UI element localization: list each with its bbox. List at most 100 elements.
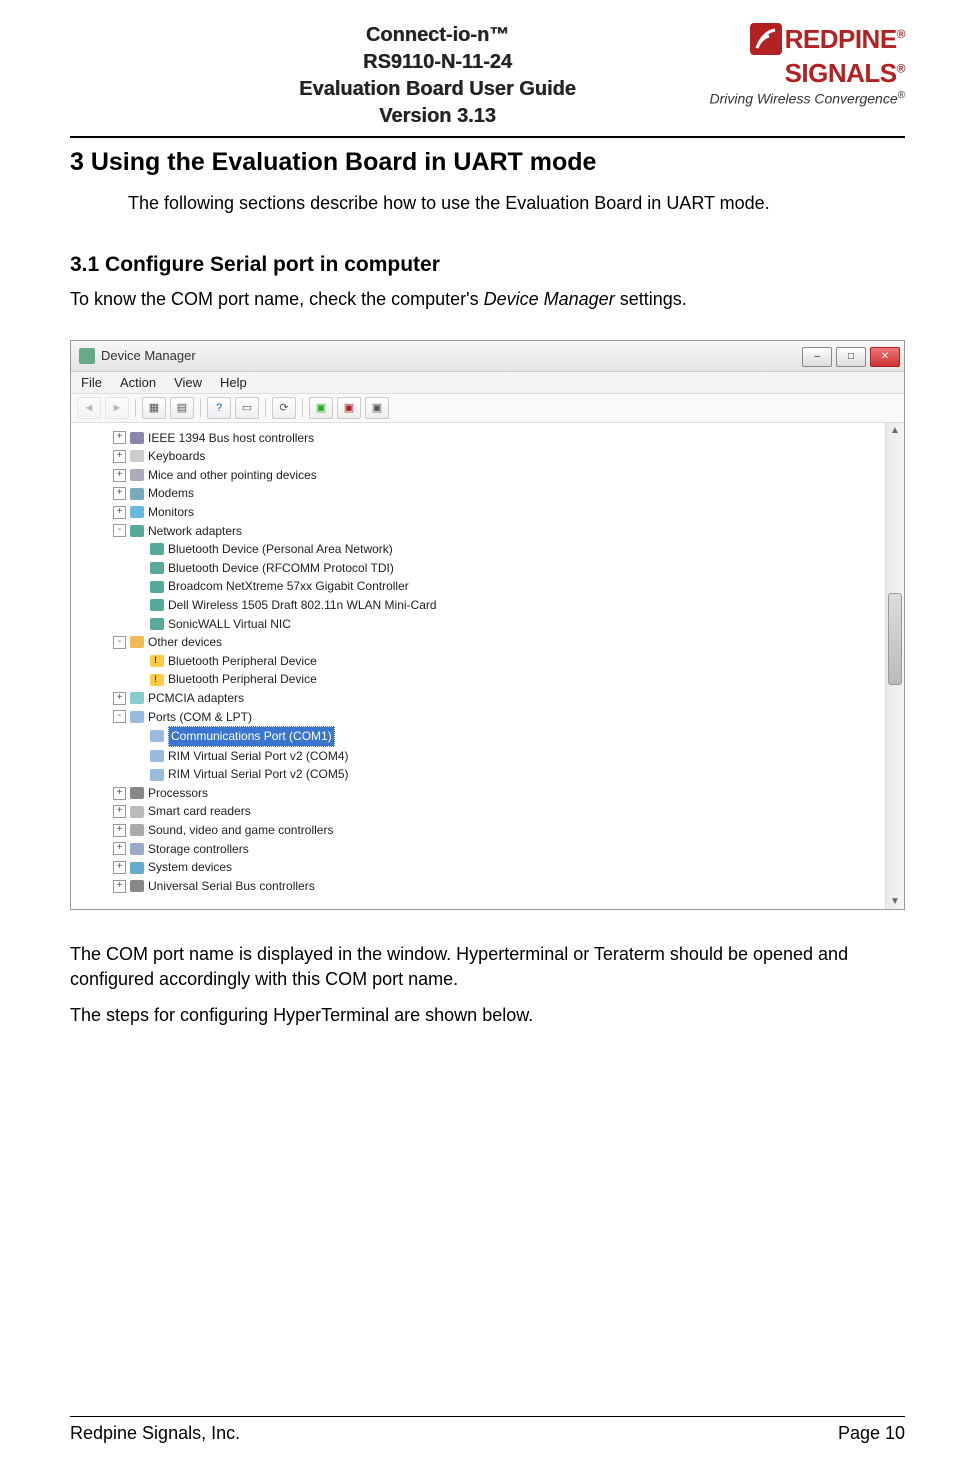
tree-node[interactable]: + Mice and other pointing devices [75,466,881,485]
tree-node-label[interactable]: Ports (COM & LPT) [148,708,252,727]
expand-icon[interactable]: + [113,842,126,855]
menu-help[interactable]: Help [220,375,247,390]
tree-node-label[interactable]: Communications Port (COM1) [168,726,335,747]
document-header: Connect-io-n™ RS9110-N-11-24 Evaluation … [70,0,905,130]
close-button[interactable] [870,347,900,367]
doc-title-line-3: Evaluation Board User Guide [190,76,685,103]
tree-node[interactable]: - Ports (COM & LPT) [75,708,881,727]
collapse-icon[interactable]: - [113,524,126,537]
device-icon [150,655,164,667]
vertical-scrollbar[interactable]: ▲ ▼ [885,423,904,910]
tree-node-label[interactable]: Sound, video and game controllers [148,821,333,840]
tree-node-label[interactable]: Dell Wireless 1505 Draft 802.11n WLAN Mi… [168,596,437,615]
toolbar-button-6[interactable]: ▣ [337,397,361,419]
tree-node[interactable]: RIM Virtual Serial Port v2 (COM5) [75,765,881,784]
tree-node[interactable]: + Sound, video and game controllers [75,821,881,840]
tree-node-label[interactable]: RIM Virtual Serial Port v2 (COM5) [168,765,349,784]
tree-node[interactable]: Bluetooth Device (Personal Area Network) [75,540,881,559]
tree-node[interactable]: + Smart card readers [75,802,881,821]
tree-node[interactable]: Broadcom NetXtreme 57xx Gigabit Controll… [75,577,881,596]
tree-node-label[interactable]: Universal Serial Bus controllers [148,877,315,896]
tree-node-label[interactable]: SonicWALL Virtual NIC [168,615,291,634]
paragraph-com-display: The COM port name is displayed in the wi… [70,942,905,991]
tree-node[interactable]: SonicWALL Virtual NIC [75,615,881,634]
scroll-down-arrow[interactable]: ▼ [886,896,904,907]
tree-node-label[interactable]: Network adapters [148,522,242,541]
tree-node[interactable]: Bluetooth Device (RFCOMM Protocol TDI) [75,559,881,578]
menu-file[interactable]: File [81,375,102,390]
tree-node-label[interactable]: Smart card readers [148,802,251,821]
expand-icon[interactable]: + [113,787,126,800]
tree-node[interactable]: + Universal Serial Bus controllers [75,877,881,896]
tree-node[interactable]: RIM Virtual Serial Port v2 (COM4) [75,747,881,766]
maximize-button[interactable] [836,347,866,367]
minimize-button[interactable] [802,347,832,367]
intro-paragraph: The following sections describe how to u… [128,191,905,215]
logo-text-top: REDPINE [785,24,897,54]
nav-forward-button[interactable]: ► [105,397,129,419]
window-titlebar[interactable]: Device Manager [71,341,904,372]
tree-node[interactable]: + Processors [75,784,881,803]
tree-node[interactable]: + Modems [75,484,881,503]
nav-back-button[interactable]: ◄ [77,397,101,419]
logo-text-bottom: SIGNALS [785,58,897,88]
tree-node-label[interactable]: Broadcom NetXtreme 57xx Gigabit Controll… [168,577,409,596]
tree-node-label[interactable]: Mice and other pointing devices [148,466,317,485]
toolbar-button-2[interactable]: ▤ [170,397,194,419]
tree-node-label[interactable]: IEEE 1394 Bus host controllers [148,429,314,448]
tree-node-label[interactable]: RIM Virtual Serial Port v2 (COM4) [168,747,349,766]
tree-connector [135,600,146,611]
tree-node[interactable]: Dell Wireless 1505 Draft 802.11n WLAN Mi… [75,596,881,615]
tree-node-label[interactable]: Other devices [148,633,222,652]
tree-node-label[interactable]: Bluetooth Device (RFCOMM Protocol TDI) [168,559,394,578]
toolbar-button-4[interactable]: ⟳ [272,397,296,419]
tree-node[interactable]: - Other devices [75,633,881,652]
tree-node-label[interactable]: Bluetooth Peripheral Device [168,670,317,689]
expand-icon[interactable]: + [113,506,126,519]
tree-node-label[interactable]: Bluetooth Device (Personal Area Network) [168,540,393,559]
expand-icon[interactable]: + [113,431,126,444]
logo-tagline: Driving Wireless Convergence [709,91,897,107]
tree-node-label[interactable]: Bluetooth Peripheral Device [168,652,317,671]
device-tree[interactable]: + IEEE 1394 Bus host controllers + Keyboard… [71,423,885,910]
toolbar-button-5[interactable]: ▣ [309,397,333,419]
tree-node-label[interactable]: Modems [148,484,194,503]
tree-node-label[interactable]: Keyboards [148,447,205,466]
device-icon [150,674,164,686]
expand-icon[interactable]: + [113,450,126,463]
expand-icon[interactable]: + [113,824,126,837]
menu-view[interactable]: View [174,375,202,390]
tree-node-label[interactable]: System devices [148,858,232,877]
tree-node[interactable]: + IEEE 1394 Bus host controllers [75,429,881,448]
expand-icon[interactable]: + [113,861,126,874]
toolbar-help-button[interactable]: ? [207,397,231,419]
expand-icon[interactable]: + [113,487,126,500]
toolbar-button-1[interactable]: ▦ [142,397,166,419]
tree-node[interactable]: - Network adapters [75,522,881,541]
toolbar-button-3[interactable]: ▭ [235,397,259,419]
expand-icon[interactable]: + [113,469,126,482]
toolbar-button-7[interactable]: ▣ [365,397,389,419]
device-icon [130,880,144,892]
tree-node-label[interactable]: Processors [148,784,208,803]
tree-node[interactable]: + Monitors [75,503,881,522]
tree-node[interactable]: Bluetooth Peripheral Device [75,652,881,671]
expand-icon[interactable]: + [113,692,126,705]
collapse-icon[interactable]: - [113,636,126,649]
expand-icon[interactable]: + [113,880,126,893]
expand-icon[interactable]: + [113,805,126,818]
tree-node-label[interactable]: PCMCIA adapters [148,689,244,708]
menu-action[interactable]: Action [120,375,156,390]
tree-node-label[interactable]: Monitors [148,503,194,522]
tree-node[interactable]: + Storage controllers [75,840,881,859]
device-icon [130,636,144,648]
collapse-icon[interactable]: - [113,710,126,723]
tree-node-label[interactable]: Storage controllers [148,840,249,859]
tree-node[interactable]: + PCMCIA adapters [75,689,881,708]
scroll-up-arrow[interactable]: ▲ [886,425,904,436]
tree-node[interactable]: Communications Port (COM1) [75,726,881,747]
scroll-thumb[interactable] [888,593,902,685]
tree-node[interactable]: Bluetooth Peripheral Device [75,670,881,689]
tree-node[interactable]: + Keyboards [75,447,881,466]
tree-node[interactable]: + System devices [75,858,881,877]
